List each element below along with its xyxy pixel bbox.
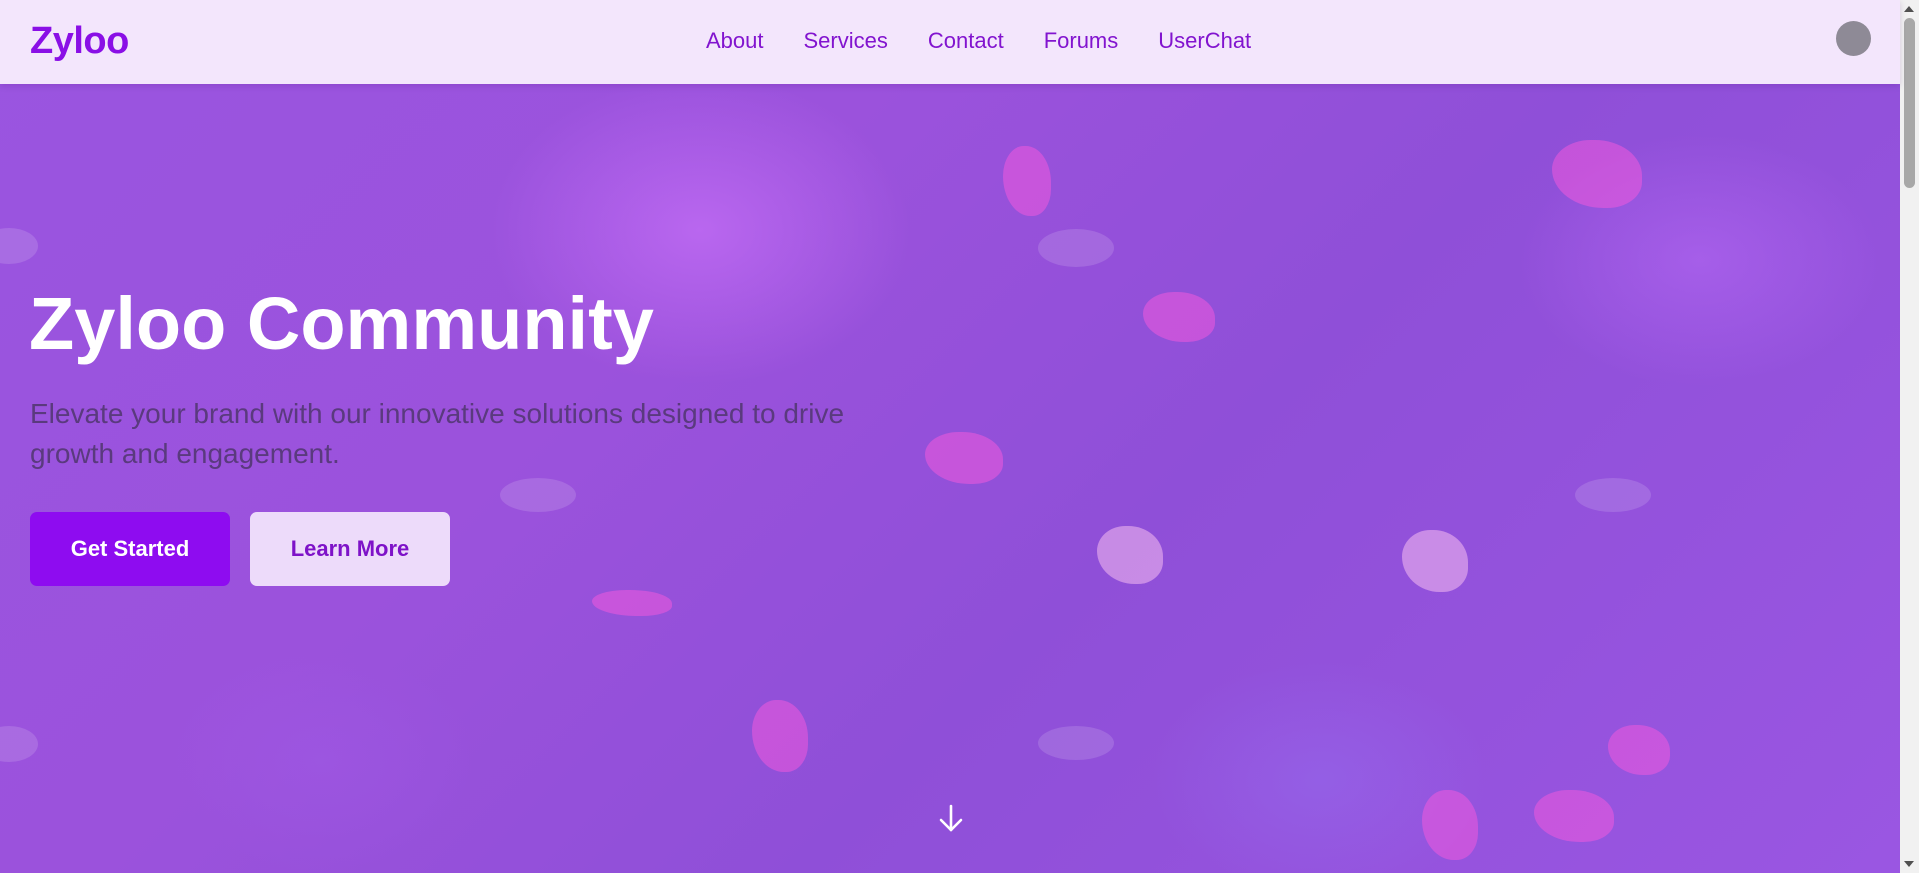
- background-shape: [1143, 292, 1215, 342]
- vertical-scrollbar[interactable]: [1900, 0, 1919, 873]
- hero-title: Zyloo Community: [29, 282, 654, 365]
- background-shape: [0, 228, 38, 264]
- background-shape: [1003, 146, 1051, 216]
- get-started-button[interactable]: Get Started: [30, 512, 230, 586]
- main-nav: About Services Contact Forums UserChat: [706, 28, 1251, 54]
- user-avatar[interactable]: [1836, 21, 1871, 56]
- background-shape: [1552, 140, 1642, 208]
- nav-link-forums[interactable]: Forums: [1044, 28, 1119, 54]
- background-shape: [1575, 478, 1651, 512]
- background-shape: [752, 700, 808, 772]
- background-shape: [0, 726, 38, 762]
- arrow-down-icon-graphic: [939, 804, 963, 832]
- learn-more-button[interactable]: Learn More: [250, 512, 450, 586]
- brand-logo[interactable]: Zyloo: [30, 20, 129, 63]
- scrollbar-thumb[interactable]: [1904, 18, 1915, 188]
- hero-subtitle: Elevate your brand with our innovative s…: [30, 398, 845, 469]
- background-shape: [500, 478, 576, 512]
- page: Zyloo About Services Contact Forums User…: [0, 0, 1919, 873]
- arrow-down-icon[interactable]: [936, 802, 966, 836]
- background-shape: [1038, 229, 1114, 267]
- site-header: Zyloo About Services Contact Forums User…: [0, 0, 1900, 84]
- background-shape: [1402, 530, 1468, 592]
- background-shape: [1608, 725, 1670, 775]
- nav-link-contact[interactable]: Contact: [928, 28, 1004, 54]
- background-shape: [1097, 526, 1163, 584]
- background-shape: [1038, 726, 1114, 760]
- scroll-down-arrow-icon[interactable]: [1904, 861, 1914, 867]
- background-shape: [925, 432, 1003, 484]
- background-shape: [1422, 790, 1478, 860]
- nav-link-services[interactable]: Services: [804, 28, 888, 54]
- background-shape: [592, 590, 672, 616]
- background-shape: [1534, 790, 1614, 842]
- nav-link-about[interactable]: About: [706, 28, 764, 54]
- scroll-up-arrow-icon[interactable]: [1904, 6, 1914, 12]
- nav-link-userchat[interactable]: UserChat: [1158, 28, 1251, 54]
